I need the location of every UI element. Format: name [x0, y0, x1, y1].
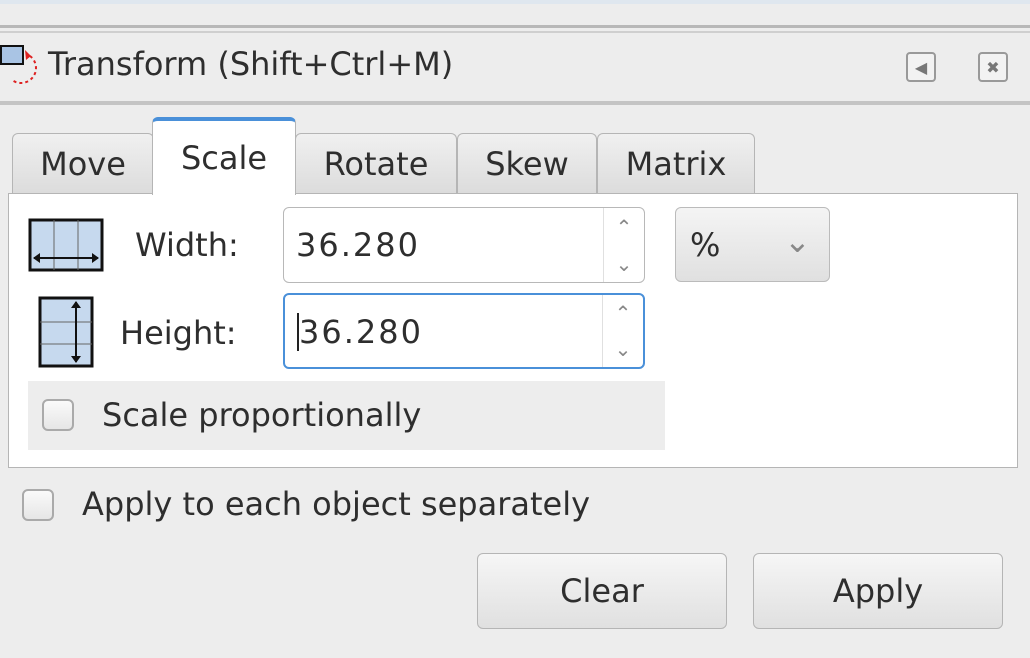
apply-label: Apply — [832, 572, 924, 610]
width-label: Width: — [135, 226, 239, 264]
divider — [0, 101, 1030, 105]
apply-each-checkbox[interactable] — [22, 489, 54, 521]
close-icon: ✖ — [986, 57, 1000, 77]
tab-matrix[interactable]: Matrix — [597, 133, 755, 193]
apply-each-label: Apply to each object separately — [82, 485, 591, 523]
transform-icon — [0, 45, 37, 84]
iconify-button[interactable]: ◀ — [906, 52, 936, 82]
iconify-icon: ◀ — [914, 57, 928, 77]
clear-button[interactable]: Clear — [477, 553, 727, 629]
tab-label: Skew — [485, 144, 569, 183]
height-scale-icon — [38, 296, 94, 368]
increment-icon[interactable]: ⌃ — [616, 215, 633, 239]
divider — [0, 25, 1030, 28]
increment-icon[interactable]: ⌃ — [615, 301, 632, 325]
tab-skew[interactable]: Skew — [457, 133, 597, 193]
decrement-icon[interactable]: ⌄ — [615, 337, 632, 361]
tab-label: Matrix — [625, 144, 727, 183]
tab-rotate[interactable]: Rotate — [295, 133, 457, 193]
scale-proportionally-label: Scale proportionally — [102, 396, 422, 434]
tab-scale[interactable]: Scale — [152, 117, 296, 195]
unit-dropdown[interactable]: % ⌄ — [675, 207, 830, 282]
close-button[interactable]: ✖ — [978, 52, 1008, 82]
chevron-down-icon: ⌄ — [784, 222, 811, 260]
tab-label: Rotate — [323, 144, 429, 183]
tab-move[interactable]: Move — [12, 133, 154, 193]
height-input[interactable]: 36.280 ⌃ ⌄ — [283, 293, 645, 369]
apply-button[interactable]: Apply — [753, 553, 1003, 629]
width-value: 36.280 — [296, 226, 420, 264]
divider — [0, 31, 1030, 33]
height-label: Height: — [120, 314, 237, 352]
height-value: 36.280 — [297, 313, 423, 351]
tab-label: Scale — [180, 139, 268, 177]
scale-proportionally-row[interactable]: Scale proportionally — [28, 381, 665, 450]
decrement-icon[interactable]: ⌄ — [616, 252, 633, 276]
width-scale-icon — [28, 218, 104, 272]
width-input[interactable]: 36.280 ⌃ ⌄ — [283, 207, 645, 283]
tab-label: Move — [40, 144, 126, 183]
unit-value: % — [690, 226, 721, 264]
clear-label: Clear — [560, 572, 644, 610]
scale-proportionally-checkbox[interactable] — [42, 399, 74, 431]
top-edge — [0, 0, 1030, 4]
panel-title: Transform (Shift+Ctrl+M) — [48, 45, 454, 83]
